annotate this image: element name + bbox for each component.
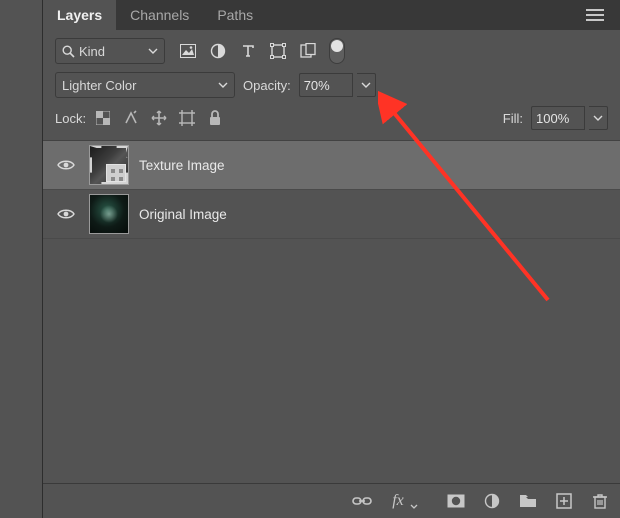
filter-pixel-icon[interactable] [179,42,197,60]
fill-control: 100% [531,106,608,130]
chevron-down-icon [216,78,230,92]
kind-label: Kind [79,44,105,59]
panel-tabs: Layers Channels Paths [43,0,620,30]
blend-mode-value: Lighter Color [62,78,136,93]
blend-mode-dropdown[interactable]: Lighter Color [55,72,235,98]
filter-icons [179,38,345,64]
tab-layers-label: Layers [57,7,102,23]
filter-smartobject-icon[interactable] [299,42,317,60]
fill-value: 100% [536,111,569,126]
visibility-toggle[interactable] [53,208,79,220]
fill-label[interactable]: Fill: [503,111,523,126]
kind-dropdown[interactable]: Kind [55,38,165,64]
new-layer-icon[interactable] [554,491,574,511]
filter-type-icon[interactable] [239,42,257,60]
filter-adjustment-icon[interactable] [209,42,227,60]
fill-stepper[interactable] [589,106,608,130]
layer-mask-icon[interactable] [446,491,466,511]
opacity-label[interactable]: Opacity: [243,78,291,93]
lock-image-icon[interactable] [122,109,140,127]
layers-bottom-bar: fx [43,483,620,518]
dock-gutter [0,0,43,518]
lock-label: Lock: [55,111,86,126]
visibility-toggle[interactable] [53,159,79,171]
opacity-input[interactable]: 70% [299,73,353,97]
filter-shape-icon[interactable] [269,42,287,60]
layer-thumbnail[interactable] [89,194,129,234]
panel-menu-icon[interactable] [580,0,610,30]
lock-row: Lock: [43,104,620,141]
filter-row: Kind [43,30,620,68]
tab-channels-label: Channels [130,7,189,23]
opacity-control: 70% [299,73,376,97]
adjustment-layer-icon[interactable] [482,491,502,511]
layer-row[interactable]: Texture Image [43,141,620,190]
opacity-value: 70% [304,78,330,93]
link-layers-icon[interactable] [352,491,372,511]
tab-paths[interactable]: Paths [203,0,267,30]
search-icon [62,45,75,58]
tab-layers[interactable]: Layers [43,0,116,30]
layer-row[interactable]: Original Image [43,190,620,239]
lock-all-icon[interactable] [206,109,224,127]
lock-artboard-icon[interactable] [178,109,196,127]
blend-row: Lighter Color Opacity: 70% [43,68,620,104]
layer-thumbnail[interactable] [89,145,129,185]
fill-input[interactable]: 100% [531,106,585,130]
tab-paths-label: Paths [217,7,253,23]
delete-layer-icon[interactable] [590,491,610,511]
chevron-down-icon [146,44,160,58]
layers-panel: Layers Channels Paths [43,0,620,518]
group-icon[interactable] [518,491,538,511]
lock-position-icon[interactable] [150,109,168,127]
panel-body: Kind [43,30,620,518]
opacity-stepper[interactable] [357,73,376,97]
layer-name[interactable]: Original Image [139,207,227,222]
layer-style-icon[interactable]: fx [388,491,408,511]
layer-name[interactable]: Texture Image [139,158,225,173]
lock-transparency-icon[interactable] [94,109,112,127]
layers-list: Texture Image Original Image [43,141,620,483]
tab-channels[interactable]: Channels [116,0,203,30]
filter-toggle[interactable] [329,38,345,64]
